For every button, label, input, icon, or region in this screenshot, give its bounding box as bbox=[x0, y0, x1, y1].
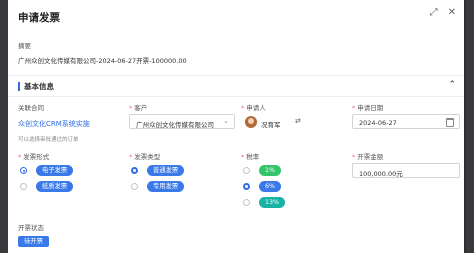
customer-select-value: 广州众创文化传媒有限公司 bbox=[136, 121, 214, 129]
close-icon[interactable]: ✕ bbox=[448, 8, 456, 18]
option-special-invoice[interactable]: 专用发票 bbox=[147, 181, 185, 192]
section-accent-bar bbox=[18, 82, 20, 91]
chevron-down-icon: ⌄ bbox=[223, 117, 229, 125]
chevron-up-icon[interactable]: ⌃ bbox=[448, 80, 456, 90]
applicant-name: 况育军 bbox=[261, 121, 281, 129]
option-paper-invoice[interactable]: 纸质发票 bbox=[36, 181, 74, 192]
applicant-label: 申请人 bbox=[241, 102, 266, 112]
contract-label: 关联合同 bbox=[18, 104, 44, 112]
apply-date-label: 申请日期 bbox=[352, 102, 383, 112]
customer-label: 客户 bbox=[129, 102, 147, 112]
apply-date-value: 2024-06-27 bbox=[359, 119, 397, 127]
radio-general-invoice[interactable] bbox=[131, 167, 138, 174]
swap-icon[interactable]: ⇄ bbox=[295, 117, 301, 125]
radio-paper-invoice[interactable] bbox=[20, 183, 27, 190]
contract-link[interactable]: 众创文化CRM系统实施 bbox=[18, 119, 90, 129]
dialog-title: 申请发票 bbox=[18, 12, 60, 24]
customer-select[interactable]: 广州众创文化传媒有限公司 ⌄ bbox=[129, 114, 235, 129]
option-tax-13[interactable]: 13% bbox=[259, 197, 285, 208]
avatar bbox=[245, 116, 257, 128]
summary-label: 摘要 bbox=[18, 42, 31, 50]
dialog-header-actions: ⤢ ✕ bbox=[430, 8, 456, 18]
amount-input[interactable]: 100,000.00元 bbox=[352, 163, 460, 178]
radio-tax-6[interactable] bbox=[243, 183, 250, 190]
option-tax-1[interactable]: 1% bbox=[259, 165, 281, 176]
radio-special-invoice[interactable] bbox=[131, 183, 138, 190]
option-tax-6[interactable]: 6% bbox=[259, 181, 281, 192]
radio-tax-1[interactable] bbox=[243, 167, 250, 174]
section-title: 基本信息 bbox=[24, 82, 54, 91]
tax-rate-label: 税率 bbox=[241, 151, 259, 161]
amount-label: 开票金额 bbox=[352, 151, 383, 161]
backdrop-right bbox=[466, 0, 474, 253]
status-label: 开票状态 bbox=[18, 224, 44, 232]
option-general-invoice[interactable]: 普通发票 bbox=[147, 165, 185, 176]
option-electronic-invoice[interactable]: 电子发票 bbox=[36, 165, 74, 176]
invoice-type-label: 发票类型 bbox=[129, 151, 160, 161]
invoice-form-label: 发票形式 bbox=[18, 151, 49, 161]
invoice-dialog: 申请发票 ⤢ ✕ 摘要 广州众创文化传媒有限公司-2024-06-27开票-10… bbox=[8, 0, 464, 253]
section-basic-info: 基本信息 ⌃ bbox=[8, 75, 464, 97]
radio-electronic-invoice[interactable] bbox=[20, 167, 27, 174]
contract-hint: 可以选择审批通过的订单 bbox=[18, 137, 79, 143]
calendar-icon bbox=[446, 118, 454, 127]
summary-value: 广州众创文化传媒有限公司-2024-06-27开票-100000.00 bbox=[18, 57, 187, 65]
apply-date-picker[interactable]: 2024-06-27 bbox=[352, 114, 460, 129]
status-badge: 待开票 bbox=[18, 236, 49, 247]
maximize-icon[interactable]: ⤢ bbox=[430, 8, 438, 18]
amount-value: 100,000.00元 bbox=[359, 170, 403, 178]
radio-tax-13[interactable] bbox=[243, 199, 250, 206]
